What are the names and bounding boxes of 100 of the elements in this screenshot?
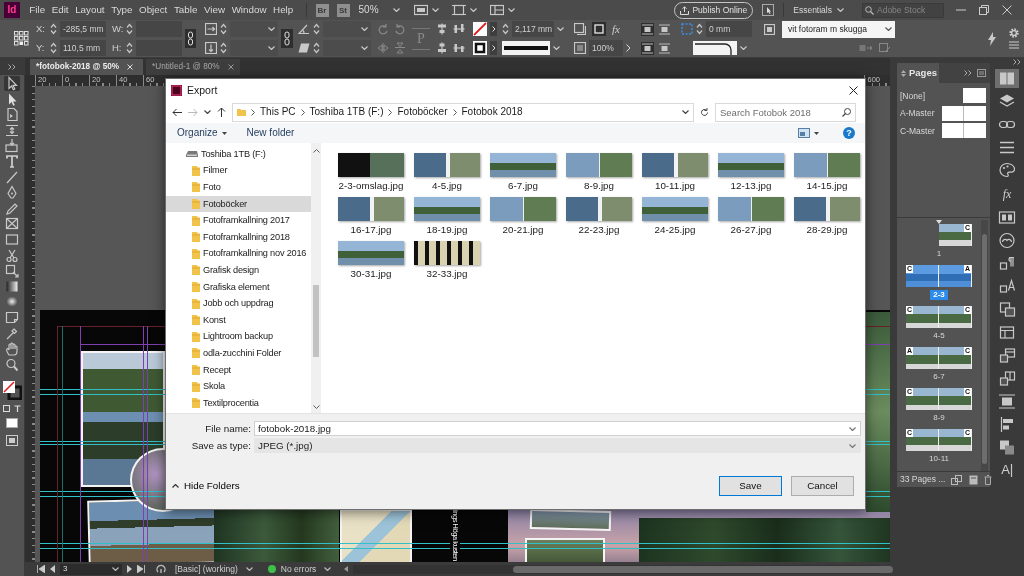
scrollbar-thumb[interactable]	[982, 234, 987, 464]
spinner-icon[interactable]	[313, 42, 320, 54]
breadcrumb-item[interactable]: This PC	[260, 106, 296, 118]
tree-item[interactable]: Jobb och uppdrag	[166, 295, 311, 312]
menu-item[interactable]: Type	[107, 4, 136, 16]
hide-folders-button[interactable]: Hide Folders	[172, 480, 240, 492]
parallelogram-icon[interactable]	[298, 43, 310, 53]
last-page-icon[interactable]	[137, 565, 145, 573]
corner-shape-dropdown[interactable]	[693, 41, 737, 55]
menu-item[interactable]: Table	[170, 4, 201, 16]
chevron-right-icon[interactable]	[626, 44, 631, 52]
spread-label[interactable]: 8-9	[930, 413, 948, 423]
trash-icon[interactable]	[984, 474, 993, 485]
new-folder-button[interactable]: New folder	[243, 127, 298, 139]
spinner-icon[interactable]	[126, 23, 133, 35]
spinner-icon[interactable]	[126, 42, 133, 54]
tree-item[interactable]: odla-zucchini Folder	[166, 345, 311, 362]
document-tab[interactable]: *fotobok-2018 @ 50%	[30, 59, 144, 75]
page-number-field[interactable]: 3	[60, 563, 122, 575]
master-name[interactable]: A-Master	[900, 108, 935, 119]
restore-icon[interactable]	[979, 5, 989, 15]
gauge-icon[interactable]	[156, 564, 166, 574]
zoom-level-field[interactable]: 50%	[358, 4, 393, 16]
file-name[interactable]: 28-29.jpg	[806, 224, 848, 236]
tree-item[interactable]: Skola	[166, 378, 311, 395]
close-icon[interactable]	[849, 85, 858, 95]
caret-icon[interactable]	[245, 567, 253, 571]
chain-link-icon[interactable]	[281, 29, 293, 48]
double-chevron-icon[interactable]	[1013, 59, 1021, 65]
tree-item[interactable]: Filmer	[166, 162, 311, 180]
photo-placeholder[interactable]	[414, 241, 480, 265]
square-in-square-icon[interactable]	[764, 23, 775, 35]
coordinate-field[interactable]: 110,5 mm	[60, 40, 106, 56]
gear-icon[interactable]	[1009, 28, 1019, 38]
menu-item[interactable]: Help	[269, 4, 297, 16]
tree-item[interactable]: Fotoframkallning 2018	[166, 228, 311, 246]
effects-button[interactable]: fx	[612, 23, 620, 35]
double-chevron-icon[interactable]	[8, 63, 16, 70]
file-name[interactable]: 8-9.jpg	[584, 180, 614, 192]
master-name[interactable]: [None]	[900, 90, 926, 101]
file-name-field[interactable]: fotobok-2018.jpg	[254, 421, 861, 436]
menu-item[interactable]: Window	[228, 4, 270, 16]
text-wrap-icon[interactable]	[658, 41, 671, 55]
file-name[interactable]: 20-21.jpg	[502, 224, 544, 236]
coordinate-field[interactable]: -285,5 mm	[60, 21, 106, 37]
master-thumbnail[interactable]	[963, 88, 986, 104]
caret-icon[interactable]	[204, 110, 211, 114]
fill-none-swatch-icon[interactable]	[473, 22, 487, 36]
character-button[interactable]: A	[995, 460, 1019, 480]
file-name[interactable]: 2-3-omslag.jpg	[338, 180, 404, 192]
caret-icon[interactable]	[324, 567, 332, 571]
rectangle-icon[interactable]	[4, 231, 20, 247]
tree-item[interactable]: Textilprocentia	[166, 394, 311, 412]
breadcrumb-item[interactable]: Fotoböcker	[397, 106, 448, 118]
magnifier-icon[interactable]	[4, 356, 20, 372]
tree-item[interactable]: Grafiska element	[166, 278, 311, 296]
organize-button[interactable]: Organize	[174, 127, 230, 139]
gap-icon[interactable]	[4, 122, 20, 138]
tree-item[interactable]: Lightroom backup	[166, 328, 311, 346]
file-name[interactable]: 26-27.jpg	[730, 224, 772, 236]
square-frame-icon[interactable]	[592, 22, 606, 36]
stroke-swatch-icon[interactable]	[473, 41, 487, 55]
alignment-icon[interactable]	[436, 23, 448, 35]
fill-stroke-swatch-icon[interactable]	[2, 380, 22, 401]
framed-square-icon[interactable]	[6, 435, 18, 447]
file-name[interactable]: 12-13.jpg	[730, 180, 772, 192]
menu-item[interactable]: File	[26, 4, 49, 16]
hand-icon[interactable]	[4, 341, 20, 357]
overlapping-squares-icon[interactable]	[951, 474, 964, 485]
chevron-right-icon[interactable]	[490, 22, 497, 36]
new-page-icon[interactable]	[969, 474, 979, 485]
box-right-arrow-icon[interactable]	[205, 23, 217, 35]
tree-item[interactable]: Foto	[166, 179, 311, 196]
note-icon[interactable]	[4, 309, 20, 325]
address-bar[interactable]: This PC Toshiba 1TB (F:) Fotoböcker Fotobok 2018	[232, 102, 694, 122]
master-thumbnail[interactable]	[942, 123, 986, 139]
stroke-weight-field[interactable]: 2,117 mm	[512, 21, 554, 37]
pages-icon[interactable]	[995, 69, 1019, 88]
box-arrow-icon[interactable]	[4, 138, 20, 154]
scroll-up-icon[interactable]	[312, 149, 320, 153]
up-down-arrows-icon[interactable]	[901, 69, 906, 77]
lightning-icon[interactable]	[988, 31, 996, 46]
text-wrap-icon[interactable]	[641, 41, 654, 55]
chevron-right-icon[interactable]	[490, 41, 497, 55]
caret-icon[interactable]	[849, 426, 856, 431]
small-square-icon[interactable]	[3, 404, 10, 412]
scissors-icon[interactable]	[4, 247, 20, 263]
vertical-scrollbar[interactable]	[311, 143, 321, 413]
workspace-dropdown[interactable]: Essentials	[793, 4, 844, 16]
style-dropdown[interactable]: [Basic] (working)	[175, 563, 253, 575]
spread-label[interactable]: 4-5	[930, 331, 948, 341]
stock-button[interactable]: St	[336, 3, 350, 17]
type-tool-icon[interactable]	[4, 153, 20, 169]
back-arrow-icon[interactable]	[172, 107, 182, 117]
scrollbar-thumb[interactable]	[513, 565, 894, 573]
file-name[interactable]: 14-15.jpg	[806, 180, 848, 192]
frame-cross-icon[interactable]	[4, 216, 20, 232]
square-corner-arrow-icon[interactable]	[4, 263, 20, 279]
cancel-button[interactable]: Cancel	[791, 476, 854, 496]
tree-item[interactable]: Recept	[166, 361, 311, 379]
